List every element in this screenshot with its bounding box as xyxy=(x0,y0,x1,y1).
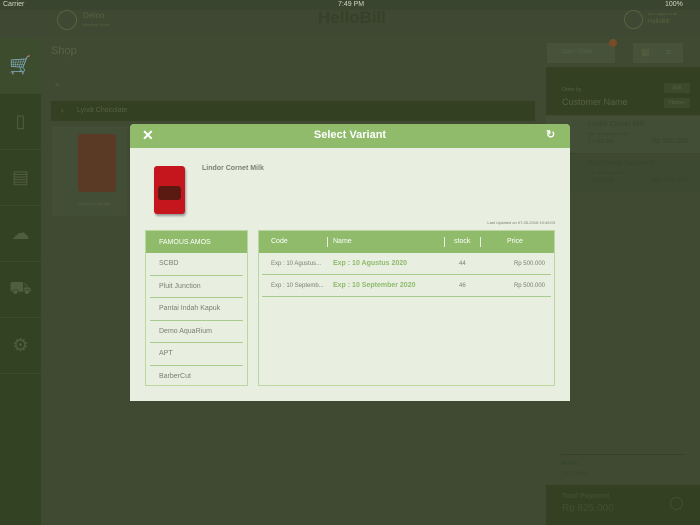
app-header: Demo Interface mode HelloBill you logged… xyxy=(0,8,700,38)
outlet-item[interactable]: Pluit Junction xyxy=(150,276,243,298)
order-item-qty: 1 x 500.000 xyxy=(588,139,615,145)
order-item-total: Rp 250.000 xyxy=(652,177,689,184)
table-header: Code Name stock Price xyxy=(259,231,554,253)
modal-header: ✕ Select Variant ↻ xyxy=(130,124,570,148)
store-icon[interactable] xyxy=(57,10,77,30)
outlet-item[interactable]: APT xyxy=(150,343,243,366)
row-price: Rp 500.000 xyxy=(513,261,545,267)
user-avatar-icon[interactable] xyxy=(624,10,643,29)
outlet-item[interactable]: Pantai Indah Kapuk xyxy=(150,298,243,321)
outlet-item[interactable]: FAMOUS AMOS xyxy=(146,231,247,253)
total-payment-bar[interactable]: Total Payment Rp 825.000 xyxy=(546,485,700,525)
store-name: Demo xyxy=(83,11,105,20)
carrier: Carrier xyxy=(3,1,25,8)
open-order-button[interactable]: Open Order 0 xyxy=(547,39,617,63)
edit-customer-button[interactable]: Edit xyxy=(664,83,690,93)
total-value: Rp 825.000 xyxy=(562,503,614,514)
notes-input[interactable]: Add Notes xyxy=(561,471,589,477)
category-name: Lyndt Chocolate xyxy=(77,107,128,114)
total-label: Total Payment xyxy=(562,493,610,500)
back-chevron-icon[interactable]: ‹ xyxy=(61,105,64,115)
cart-icon[interactable]: 🛒 xyxy=(0,38,41,94)
inventory-icon[interactable]: ⛟ xyxy=(0,262,41,318)
divider xyxy=(561,454,685,455)
row-stock: 44 xyxy=(459,261,466,267)
customers-icon[interactable]: ☁ xyxy=(0,206,41,262)
store-sub: Interface mode xyxy=(83,22,110,27)
outlet-item[interactable]: BarberCut xyxy=(150,366,243,389)
order-customer-panel: Order by Customer Name Edit History xyxy=(546,67,700,115)
row-code: Exp : 10 Agustus... xyxy=(271,261,322,267)
modal-title: Select Variant xyxy=(313,129,387,141)
product-name: Lindor Cornet Milk xyxy=(202,165,264,172)
order-item-name: Red Velvet Sandwich xyxy=(588,160,655,167)
product-card[interactable]: Lindor Cornet Milk xyxy=(52,126,127,216)
variant-table: Code Name stock Price Exp : 10 Agustus..… xyxy=(258,230,555,386)
order-item-exp: Exp : 10 Agustus 2020 xyxy=(588,131,629,136)
order-item-name: Lindor Cornet Milk xyxy=(588,121,645,128)
select-variant-modal: ✕ Select Variant ↻ Lindor Cornet Milk La… xyxy=(130,124,570,401)
outlet-item[interactable]: Demo AquaRium xyxy=(150,321,243,343)
receipt-icon[interactable]: ▯ xyxy=(0,94,41,150)
order-item-qty: 1 x 250.000 xyxy=(588,178,615,184)
user-sub: you logged in as xyxy=(648,11,678,16)
open-order-badge: 0 xyxy=(609,39,617,47)
product-name: Lindor Cornet Milk xyxy=(78,201,111,206)
user-name: HelloBill xyxy=(648,19,670,25)
outlet-item[interactable]: SCBD xyxy=(150,253,243,276)
customer-name[interactable]: Customer Name xyxy=(562,97,628,107)
settings-icon[interactable]: ⚙ xyxy=(0,318,41,374)
table-row[interactable]: Exp : 10 Septemb... Exp : 10 September 2… xyxy=(262,275,551,297)
row-price: Rp 500.000 xyxy=(513,283,545,289)
page-title: Shop xyxy=(51,45,77,57)
battery: 100% xyxy=(665,1,683,8)
col-stock: stock xyxy=(454,238,471,245)
row-name: Exp : 10 Agustus 2020 xyxy=(333,260,408,267)
outlet-list: FAMOUS AMOS SCBD Pluit Junction Pantai I… xyxy=(145,230,248,386)
col-name: Name xyxy=(333,238,352,245)
notes-label: Notes: xyxy=(561,461,580,467)
col-code: Code xyxy=(271,238,288,245)
sidebar: 🛒 ▯ ▤ ☁ ⛟ ⚙ xyxy=(0,38,41,525)
report-icon[interactable]: ▤ xyxy=(0,150,41,206)
view-toggle[interactable]: ▦ ≡ xyxy=(633,43,683,63)
order-by-label: Order by xyxy=(562,87,582,93)
history-button[interactable]: History xyxy=(664,98,690,108)
order-item-total: Rp 500.000 xyxy=(652,138,689,145)
refresh-icon[interactable]: ↻ xyxy=(546,128,555,141)
row-code: Exp : 10 Septemb... xyxy=(271,283,324,289)
category-bar[interactable]: ‹ Lyndt Chocolate xyxy=(51,101,535,121)
pay-icon[interactable] xyxy=(670,497,683,510)
app-title: HelloBill xyxy=(318,8,387,27)
grid-view-icon[interactable]: ▦ xyxy=(641,47,650,58)
row-name: Exp : 10 September 2020 xyxy=(333,282,416,289)
last-updated: Last Updated on 07-05-2018 19:49:03 xyxy=(487,220,555,225)
list-view-icon[interactable]: ≡ xyxy=(666,47,671,57)
col-price: Price xyxy=(507,238,523,245)
product-image xyxy=(154,166,185,214)
product-image xyxy=(78,134,116,192)
table-row[interactable]: Exp : 10 Agustus... Exp : 10 Agustus 202… xyxy=(262,253,551,275)
row-stock: 46 xyxy=(459,283,466,289)
clock: 7:49 PM xyxy=(338,1,365,8)
search-icon[interactable]: ⌕ xyxy=(55,80,59,90)
order-item-exp: Exp : 10 Januari 2021 xyxy=(588,170,627,175)
